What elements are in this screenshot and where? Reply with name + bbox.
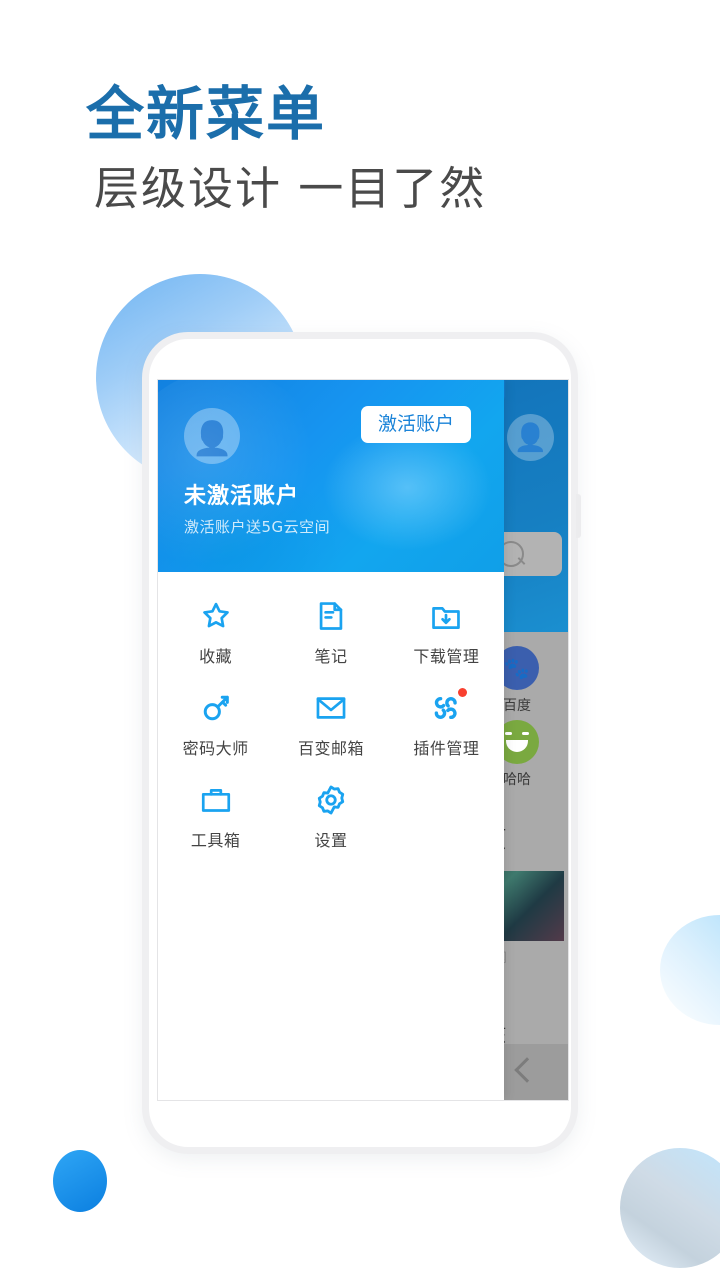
menu-item-label: 设置 <box>314 831 348 850</box>
note-icon <box>313 598 349 634</box>
menu-item-label: 笔记 <box>314 647 348 666</box>
avatar[interactable]: 👤 <box>184 408 240 464</box>
background-avatar[interactable]: 👤 <box>507 414 554 461</box>
menu-item-label: 下载管理 <box>413 647 480 666</box>
phone-screen: 👤 🐾 百度 哈哈 👤 激活账户 未激活账户 激活账户送5G云空间 收藏 笔记 … <box>157 379 569 1101</box>
menu-item-label: 插件管理 <box>413 739 480 758</box>
menu-item-label: 收藏 <box>199 647 233 666</box>
menu-item-plugins[interactable]: 插件管理 <box>389 688 504 782</box>
user-avatar-icon: 👤 <box>513 422 548 454</box>
menu-item-label: 工具箱 <box>190 831 241 850</box>
back-chevron-icon[interactable] <box>514 1057 540 1083</box>
gear-icon <box>313 782 349 818</box>
menu-item-label: 百变邮箱 <box>297 739 364 758</box>
promo-screenshot: 全新菜单 层级设计 一目了然 👤 🐾 百度 哈哈 👤 激活账户 未激活账户 激活… <box>0 0 720 1280</box>
phone-power-button[interactable] <box>576 494 581 538</box>
decorative-circle-bottom-right <box>620 1148 720 1268</box>
menu-drawer: 👤 激活账户 未激活账户 激活账户送5G云空间 收藏 笔记 下载管理 密码大师 … <box>158 380 504 1100</box>
star-icon <box>198 598 234 634</box>
phone-mockup: 👤 🐾 百度 哈哈 👤 激活账户 未激活账户 激活账户送5G云空间 收藏 笔记 … <box>142 332 581 1154</box>
toolbox-icon <box>198 782 234 818</box>
menu-grid: 收藏 笔记 下载管理 密码大师 百变邮箱 插件管理 工具箱 设置 <box>158 572 504 874</box>
status-badge <box>458 688 468 697</box>
menu-item-downloads[interactable]: 下载管理 <box>389 598 504 690</box>
promo-headline: 全新菜单 <box>86 80 327 148</box>
activate-account-button[interactable]: 激活账户 <box>360 406 471 443</box>
menu-item-favorites[interactable]: 收藏 <box>158 598 273 690</box>
promo-text-block: 全新菜单 层级设计 一目了然 <box>86 80 486 216</box>
menu-item-toolbox[interactable]: 工具箱 <box>158 782 273 874</box>
decorative-circle-bottom-left <box>53 1150 107 1212</box>
account-name: 未激活账户 <box>184 484 300 509</box>
user-avatar-icon: 👤 <box>191 418 233 458</box>
menu-item-password-master[interactable]: 密码大师 <box>158 690 273 782</box>
drawer-header: 👤 激活账户 未激活账户 激活账户送5G云空间 <box>158 380 504 572</box>
decorative-shape-right-edge <box>660 915 720 1025</box>
plugin-icon <box>428 688 468 726</box>
download-folder-icon <box>428 598 464 634</box>
mail-icon <box>313 690 349 726</box>
menu-item-notes[interactable]: 笔记 <box>273 598 388 690</box>
account-subtitle: 激活账户送5G云空间 <box>184 518 331 536</box>
menu-item-settings[interactable]: 设置 <box>273 782 388 874</box>
promo-subheadline: 层级设计 一目了然 <box>94 162 487 216</box>
menu-item-label: 密码大师 <box>182 739 249 758</box>
key-icon <box>198 690 234 726</box>
menu-item-mailbox[interactable]: 百变邮箱 <box>273 690 388 782</box>
menu-item-empty <box>389 782 504 874</box>
